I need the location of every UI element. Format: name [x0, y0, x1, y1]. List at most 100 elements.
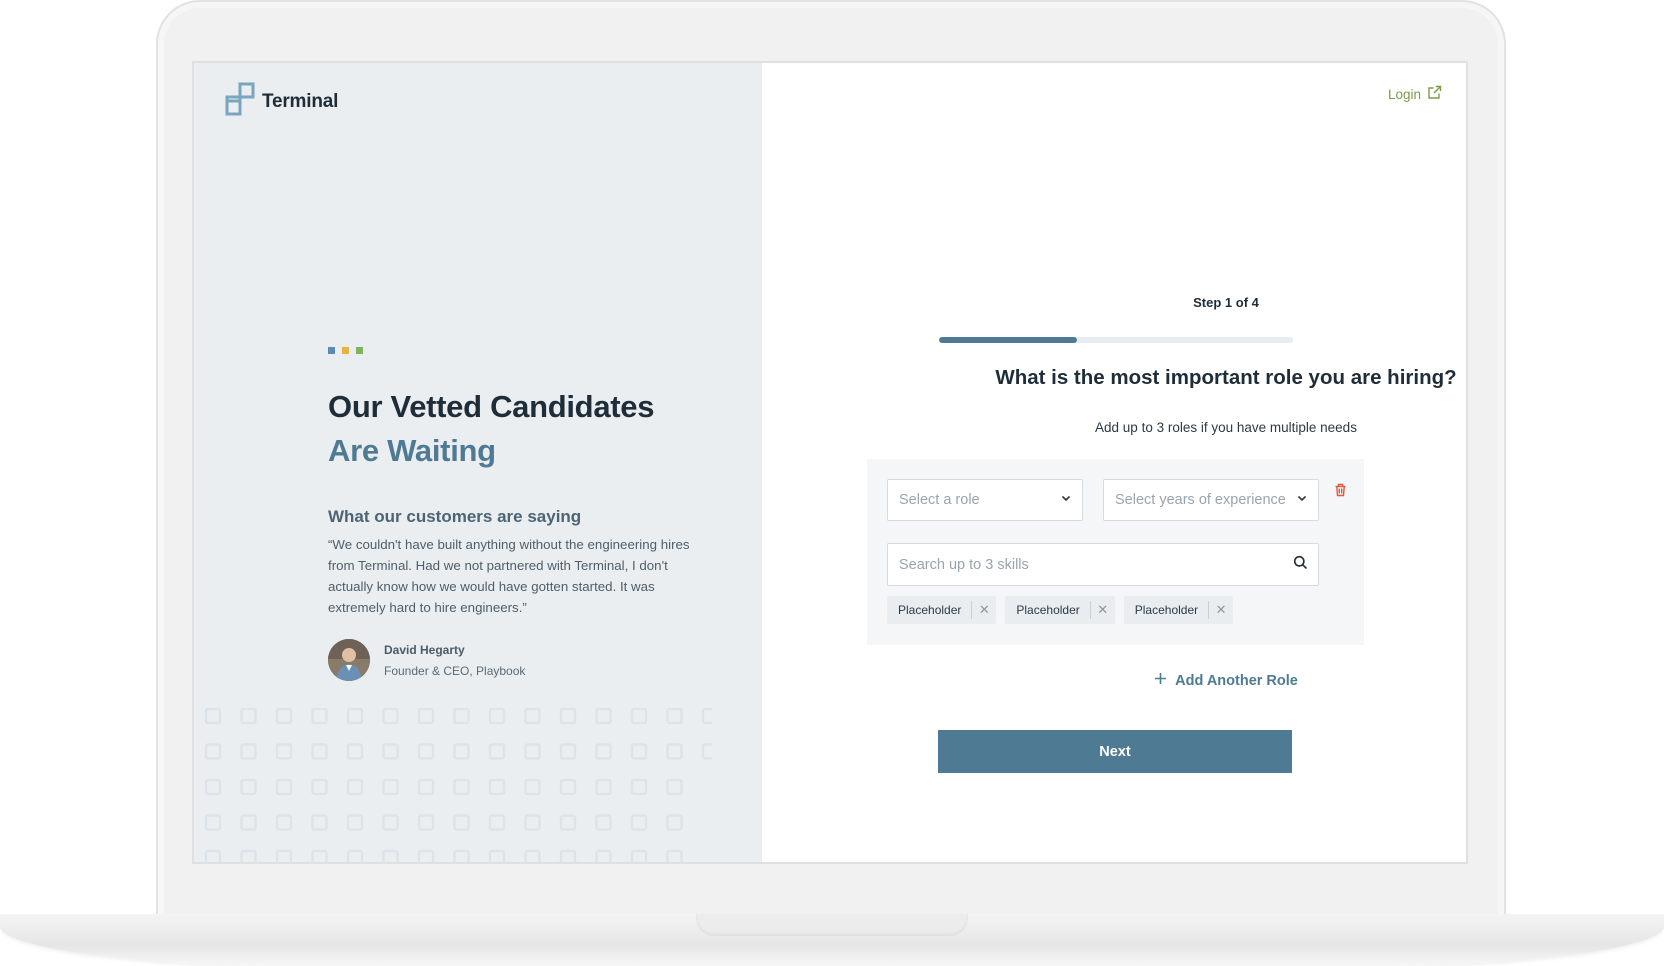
pattern-square: [630, 778, 648, 796]
author-title: Founder & CEO, Playbook: [384, 663, 526, 678]
pattern-square: [524, 778, 541, 796]
years-select[interactable]: Select years of experience: [1103, 479, 1319, 521]
skill-chips: Placeholder ✕ Placeholder ✕ Placeholder …: [887, 596, 1234, 624]
pattern-square: [630, 743, 648, 760]
pattern-square: [453, 707, 470, 725]
pattern-square: [524, 707, 541, 725]
close-icon[interactable]: ✕: [1209, 602, 1233, 618]
testimonial-quote: “We couldn't have built anything without…: [328, 537, 690, 615]
accent-dot: [342, 347, 349, 354]
pattern-square: [701, 743, 719, 760]
chevron-down-icon: [1296, 492, 1308, 508]
form-subtitle: Add up to 3 roles if you have multiple n…: [1095, 420, 1357, 435]
pattern-square: [382, 778, 399, 796]
brand-name: Terminal: [262, 90, 339, 112]
pattern-square: [311, 778, 328, 796]
pattern-square: [204, 707, 222, 725]
pattern-square: [346, 778, 364, 796]
pattern-square: [453, 814, 470, 831]
pattern-square: [595, 849, 612, 862]
pattern-square: [204, 743, 222, 760]
author-info: David Hegarty Founder & CEO, Playbook: [384, 643, 525, 678]
trash-icon[interactable]: [1334, 483, 1347, 502]
pattern-square: [382, 707, 399, 725]
pattern-square: [524, 814, 541, 831]
skills-search: [887, 543, 1319, 586]
screen: Terminal Our Vetted Candidates Are Waiti…: [192, 61, 1468, 864]
pattern-square: [311, 814, 328, 831]
pattern-square: [524, 743, 541, 760]
pattern-square: [240, 849, 257, 862]
form-question: What is the most important role you are …: [995, 366, 1457, 389]
pattern-square: [311, 849, 328, 862]
pattern-square: [417, 743, 435, 760]
skill-chip: Placeholder ✕: [887, 596, 997, 624]
pattern-square: [453, 743, 470, 760]
pattern-square: [453, 849, 470, 862]
pattern-square: [240, 743, 257, 760]
pattern-square: [453, 778, 470, 796]
pattern-square: [488, 814, 506, 831]
pattern-square: [275, 707, 293, 725]
pattern-square: [488, 778, 506, 796]
plus-icon: [1154, 672, 1167, 689]
pattern-square: [275, 743, 293, 760]
hero-headline: Our Vetted Candidates Are Waiting: [328, 385, 654, 473]
brand-logo[interactable]: Terminal: [222, 82, 338, 121]
headline-line2: Are Waiting: [328, 433, 496, 468]
pattern-square: [240, 778, 257, 796]
pattern-square: [275, 814, 293, 831]
pattern-square: [417, 814, 435, 831]
testimonial-title: What our customers are saying: [328, 507, 582, 526]
terminal-logo-icon: [222, 82, 256, 121]
pattern-square: [275, 778, 293, 796]
pattern-square: [595, 707, 612, 725]
pattern-square: [666, 849, 683, 862]
pattern-square: [559, 778, 577, 796]
pattern-square: [488, 743, 506, 760]
pattern-square: [559, 814, 577, 831]
accent-dot: [356, 347, 363, 354]
pattern-square: [204, 778, 222, 796]
decorative-square-pattern: [202, 705, 719, 862]
pattern-square: [595, 814, 612, 831]
skills-search-input[interactable]: [899, 556, 1279, 573]
login-label: Login: [1387, 86, 1421, 102]
pattern-square: [595, 743, 612, 760]
accent-dot: [328, 347, 335, 354]
pattern-square: [559, 743, 577, 760]
pattern-square: [311, 707, 328, 725]
pattern-square: [701, 707, 719, 725]
laptop-notch: [696, 914, 968, 936]
role-select[interactable]: Select a role: [887, 479, 1083, 521]
close-icon[interactable]: ✕: [1091, 602, 1115, 618]
skill-chip: Placeholder ✕: [1123, 596, 1234, 624]
skill-chip-label: Placeholder: [1016, 603, 1080, 617]
close-icon[interactable]: ✕: [972, 602, 996, 618]
login-link[interactable]: Login: [1388, 85, 1442, 103]
skill-chip-label: Placeholder: [898, 603, 962, 617]
add-another-role-button[interactable]: Add Another Role: [876, 672, 1466, 689]
years-select-placeholder: Select years of experience: [1115, 492, 1286, 508]
pattern-square: [630, 814, 648, 831]
left-panel: Terminal Our Vetted Candidates Are Waiti…: [194, 63, 762, 862]
pattern-square: [524, 849, 541, 862]
progress-fill: [939, 337, 1078, 343]
next-button[interactable]: Next: [938, 730, 1292, 773]
pattern-square: [204, 814, 222, 831]
pattern-square: [488, 849, 506, 862]
pattern-square: [346, 814, 364, 831]
author-name: David Hegarty: [384, 642, 465, 657]
external-link-icon: [1427, 85, 1442, 103]
search-icon[interactable]: [1293, 555, 1308, 575]
chevron-down-icon: [1060, 492, 1072, 508]
pattern-square: [311, 743, 328, 760]
pattern-square: [630, 707, 648, 725]
pattern-square: [346, 743, 364, 760]
pattern-square: [382, 849, 399, 862]
pattern-square: [240, 707, 257, 725]
pattern-square: [666, 707, 683, 725]
avatar: [328, 639, 370, 681]
pattern-square: [559, 849, 577, 862]
progress-bar: [939, 337, 1293, 343]
